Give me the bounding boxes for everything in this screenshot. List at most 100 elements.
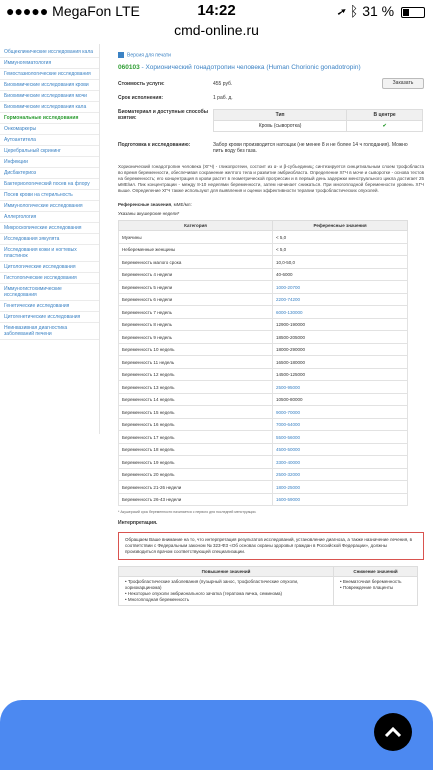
- prep-row: Подготовка к исследованию: Забор крови п…: [118, 142, 424, 154]
- biomaterial-table: Тип В центре Кровь (сыворотка) ✔: [212, 109, 423, 133]
- page-title: 060103 - Хорионический гонадотропин чело…: [118, 64, 361, 72]
- sidebar-menu: Общеклинические исследования кала Иммуног…: [0, 44, 100, 434]
- ref-category: Беременность 16 недель: [117, 417, 274, 432]
- interpretation-heading: Интерпретация.: [118, 520, 158, 527]
- reference-heading: Референсные значения, мМЕ/мл:: [118, 202, 192, 208]
- sidebar-item[interactable]: Биохимические исследования крови: [0, 80, 99, 91]
- sidebar-item[interactable]: Иммуногематология: [0, 58, 99, 69]
- bio-header-center: В центре: [346, 109, 423, 122]
- footnote: * Акушерский срок беременности начинаетс…: [118, 510, 257, 515]
- ref-category: Беременность 13 недель: [117, 380, 274, 394]
- biomaterial-label: Биоматериал и доступные способы взятия:: [118, 109, 208, 122]
- sidebar-item[interactable]: Гемостазиологические исследования: [0, 69, 99, 80]
- table-row: Беременность 13 недель 2500-95000: [117, 380, 408, 394]
- scroll-to-top-button[interactable]: [374, 713, 412, 751]
- ref-category: Беременность 15 недель: [117, 405, 274, 419]
- table-row: Беременность 19 недель 3300-40000: [117, 455, 408, 469]
- ref-value: 18500-205000: [272, 330, 408, 344]
- ref-category: Беременность 7 недель: [117, 305, 274, 319]
- sidebar-item[interactable]: Неинвазивная диагностика заболеваний печ…: [0, 323, 99, 340]
- table-row: Беременность 16 недель 7000-64000: [117, 417, 408, 432]
- bio-type: Кровь (сыворотка): [212, 120, 348, 133]
- bio-header-type: Тип: [212, 109, 348, 122]
- decrease-header: Снижение значений: [333, 566, 418, 578]
- table-row: Беременность 15 недель 9000-70000: [117, 405, 408, 419]
- table-row: Беременность 21-26 недели 1800-25000: [117, 480, 408, 494]
- sidebar-item[interactable]: Бактериологический посев на флору: [0, 179, 99, 190]
- sidebar-item[interactable]: Цитологические исследования: [0, 262, 99, 273]
- prep-label: Подготовка к исследованию:: [118, 142, 191, 149]
- ref-value: 10,0-50,0: [272, 255, 408, 269]
- table-row: Беременность 6 недели 2200-74200: [117, 292, 408, 307]
- reference-note: Указаны акушерские недели*: [118, 211, 180, 217]
- ref-value: 1800-25000: [272, 480, 408, 494]
- ref-category: Беременность 5 недели: [117, 280, 274, 294]
- sidebar-item[interactable]: Исследования кожи и ногтевых пластинок: [0, 245, 99, 262]
- sidebar-item[interactable]: Генетические исследования: [0, 301, 99, 312]
- sidebar-item[interactable]: Аутоантитела: [0, 135, 99, 146]
- status-bar: ●●●●● MegaFon LTE 14:22 ➚ ᛒ 31 %: [0, 0, 433, 22]
- main-content: Версия для печати 060103 - Хорионический…: [117, 52, 424, 607]
- ref-category: Беременность 14 недель: [117, 392, 274, 407]
- sidebar-item[interactable]: Иммуногистохимические исследования: [0, 284, 99, 301]
- print-link[interactable]: Версия для печати: [118, 52, 424, 58]
- sidebar-item[interactable]: Общеклинические исследования кала: [0, 47, 99, 58]
- sidebar-item[interactable]: Исследования эякулята: [0, 234, 99, 245]
- sidebar-item[interactable]: Церебральный скрининг: [0, 146, 99, 157]
- sidebar-item[interactable]: Инфекции: [0, 157, 99, 168]
- address-bar[interactable]: cmd-online.ru: [0, 22, 433, 44]
- bluetooth-icon: ᛒ: [349, 3, 359, 19]
- ref-category: Беременность 6 недели: [117, 292, 274, 307]
- sidebar-item[interactable]: Гормональные исследования: [0, 113, 99, 124]
- sidebar-item[interactable]: Онкомаркеры: [0, 124, 99, 135]
- ref-value: 1000-20700: [272, 280, 408, 294]
- table-row: Беременность 12 недель 14500-125000: [117, 367, 408, 382]
- list-item: • Многоплодная беременность: [125, 597, 190, 603]
- ref-value: 6000-130000: [272, 305, 408, 319]
- reference-table: Категория Референсные значения Мужчины < 5…: [117, 220, 408, 507]
- increase-list: • Трофобластические заболевания (пузырны…: [118, 576, 334, 607]
- sidebar-item[interactable]: Микроскопические исследования: [0, 223, 99, 234]
- web-page: Общеклинические исследования кала Иммуног…: [0, 44, 433, 770]
- ref-value: 2200-74200: [272, 292, 408, 307]
- ref-value: 10500-80000: [272, 392, 408, 407]
- ref-value: 40-6000: [272, 267, 408, 282]
- ref-category: Беременность 9 недель: [117, 330, 274, 344]
- printer-icon: [118, 52, 124, 58]
- ref-category: Беременность 10 недель: [117, 342, 274, 357]
- table-row: Мужчины < 5,0: [117, 230, 408, 244]
- table-row: Беременность 4 недели 40-6000: [117, 267, 408, 282]
- sidebar-item[interactable]: Иммунологические исследования: [0, 201, 99, 212]
- biomaterial-row: Биоматериал и доступные способы взятия: …: [118, 109, 424, 133]
- table-row: Беременность 8 недель 12900-190000: [117, 317, 408, 332]
- chevron-up-icon: [384, 726, 402, 738]
- ref-category: Мужчины: [117, 230, 274, 244]
- screen: ●●●●● MegaFon LTE 14:22 ➚ ᛒ 31 % cmd-onl…: [0, 0, 433, 770]
- location-icon: ➚: [337, 3, 346, 19]
- price-label: Стоимость услуги:: [118, 81, 165, 88]
- order-button[interactable]: Заказать: [382, 78, 424, 90]
- sidebar-item[interactable]: Биохимические исследования кала: [0, 102, 99, 113]
- sidebar-item[interactable]: Аллергология: [0, 212, 99, 223]
- ref-value: 2500-95000: [272, 380, 408, 394]
- table-row: Беременность 20 недель 2500-32000: [117, 467, 408, 482]
- ref-category: Беременность 12 недель: [117, 367, 274, 382]
- sidebar-item[interactable]: Посев крови на стерильность: [0, 190, 99, 201]
- ref-header-category: Категория: [117, 220, 274, 232]
- table-row: Беременность 10 недель 18000-290000: [117, 342, 408, 357]
- test-description: Хорионический гонадотропин человека (ХГЧ…: [118, 164, 424, 194]
- price-value: 455 руб.: [213, 81, 233, 88]
- ref-category: Беременность 21-26 недели: [117, 480, 274, 494]
- table-row: Беременность 11 недель 16500-180000: [117, 355, 408, 369]
- ref-value: 7000-64000: [272, 417, 408, 432]
- sidebar-item[interactable]: Гистологические исследования: [0, 273, 99, 284]
- sidebar-item[interactable]: Дисбактериоз: [0, 168, 99, 179]
- decrease-list: • Внематочная беременность • Повреждение …: [333, 576, 418, 607]
- sidebar-item[interactable]: Цитогенетические исследования: [0, 312, 99, 323]
- interpretation-table: Повышение значений Снижение значений • Тр…: [118, 566, 418, 607]
- table-row: Беременность 7 недель 6000-130000: [117, 305, 408, 319]
- ref-value: 12900-190000: [272, 317, 408, 332]
- ref-value: 18000-290000: [272, 342, 408, 357]
- sidebar-item[interactable]: Биохимические исследования мочи: [0, 91, 99, 102]
- table-row: Беременность малого срока 10,0-50,0: [117, 255, 408, 269]
